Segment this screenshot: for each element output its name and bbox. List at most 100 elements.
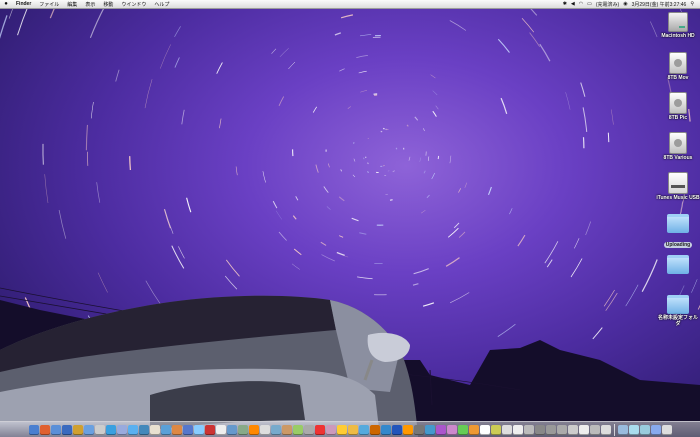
dock-app-icon[interactable] xyxy=(270,424,281,435)
dock-app-icon[interactable] xyxy=(215,424,226,435)
dock-app-icon[interactable] xyxy=(435,424,446,435)
dock-app-icon[interactable] xyxy=(424,424,435,435)
dock-app-icon[interactable] xyxy=(468,424,479,435)
dock-app-icon[interactable] xyxy=(160,424,171,435)
dock-app-icon[interactable] xyxy=(314,424,325,435)
desktop-icon-label: 8TB Various xyxy=(663,155,693,161)
dock-app-icon[interactable] xyxy=(650,424,661,435)
dock-separator xyxy=(613,423,615,436)
dock-app-icon[interactable] xyxy=(523,424,534,435)
dock-app-icon[interactable] xyxy=(72,424,83,435)
dock-app-icon[interactable] xyxy=(457,424,468,435)
dock-app-icon[interactable] xyxy=(105,424,116,435)
dock-app-icon[interactable] xyxy=(39,424,50,435)
dock-app-icon[interactable] xyxy=(369,424,380,435)
dock-app-icon[interactable] xyxy=(578,424,589,435)
desktop-icon-uploading[interactable]: Uploading xyxy=(656,214,700,251)
dock-app-icon[interactable] xyxy=(600,424,611,435)
dock-app-icon[interactable] xyxy=(28,424,39,435)
usb-drive-icon xyxy=(668,172,688,194)
external-drive-icon xyxy=(669,52,687,74)
dock-app-icon[interactable] xyxy=(204,424,215,435)
dock-app-icon[interactable] xyxy=(512,424,523,435)
desktop-icon-untitled-folder[interactable]: 名称未設定フォルダ xyxy=(656,295,700,327)
dock-app-icon[interactable] xyxy=(83,424,94,435)
bluetooth-icon[interactable]: ✱ xyxy=(563,0,567,8)
desktop-icon-8tb-various[interactable]: 8TB Various xyxy=(656,132,700,161)
desktop-icon-label: Macintosh HD xyxy=(661,33,695,39)
external-drive-icon xyxy=(669,132,687,154)
folder-icon xyxy=(667,255,689,274)
dock-app-icon[interactable] xyxy=(501,424,512,435)
dock-app-icon[interactable] xyxy=(193,424,204,435)
dock-app-icon[interactable] xyxy=(292,424,303,435)
dock-app-icon[interactable] xyxy=(127,424,138,435)
dock-app-icon[interactable] xyxy=(391,424,402,435)
dock-app-icon[interactable] xyxy=(358,424,369,435)
desktop-icon-label: 8TB Pic xyxy=(668,115,688,121)
dock-app-icon[interactable] xyxy=(61,424,72,435)
desktop-icon-itunes-music-usb[interactable]: iTunes Music USB xyxy=(656,172,700,201)
dock-app-icon[interactable] xyxy=(237,424,248,435)
spotlight-icon[interactable]: ⚲ xyxy=(690,0,694,8)
dock-app-icon[interactable] xyxy=(628,424,639,435)
dock-app-icon[interactable] xyxy=(545,424,556,435)
dock-app-icon[interactable] xyxy=(336,424,347,435)
dock-app-icon[interactable] xyxy=(325,424,336,435)
dock-app-icon[interactable] xyxy=(347,424,358,435)
desktop-icon-8tb-mov[interactable]: 8TB Mov xyxy=(656,52,700,81)
dock-app-icon[interactable] xyxy=(303,424,314,435)
user-icon[interactable]: ◉ xyxy=(623,0,627,8)
dock-app-icon[interactable] xyxy=(281,424,292,435)
dock-app-icon[interactable] xyxy=(380,424,391,435)
dock-app-icon[interactable] xyxy=(567,424,578,435)
desktop-icon-label: 8TB Mov xyxy=(667,75,689,81)
apple-icon[interactable]: ● xyxy=(0,1,12,7)
dock-app-icon[interactable] xyxy=(402,424,413,435)
dock-app-icon[interactable] xyxy=(116,424,127,435)
folder-icon xyxy=(667,214,689,233)
dock-app-icon[interactable] xyxy=(138,424,149,435)
menu-view[interactable]: 表示 xyxy=(81,1,99,8)
menu-window[interactable]: ウインドウ xyxy=(117,1,150,8)
volume-icon[interactable]: ◀ xyxy=(571,0,575,8)
wifi-icon[interactable]: ◠ xyxy=(579,0,583,8)
dock-app-icon[interactable] xyxy=(446,424,457,435)
desktop-icon-label: Uploading xyxy=(663,242,693,248)
desktop-icon-folder[interactable] xyxy=(656,255,700,275)
dock-app-icon[interactable] xyxy=(182,424,193,435)
dock-app-icon[interactable] xyxy=(556,424,567,435)
dock-app-icon[interactable] xyxy=(149,424,160,435)
menu-edit[interactable]: 編集 xyxy=(63,1,81,8)
hard-drive-icon xyxy=(668,12,688,32)
menu-finder[interactable]: Finder xyxy=(12,1,35,7)
dock-app-icon[interactable] xyxy=(259,424,270,435)
dock-app-icon[interactable] xyxy=(226,424,237,435)
desktop[interactable]: ● Finder ファイル 編集 表示 移動 ウインドウ ヘルプ ✱ ◀ ◠ ▭… xyxy=(0,0,700,437)
menu-extras: ✱ ◀ ◠ ▭ (充電済み) ◉ 3月29日(金) 午前3:27:46 ⚲ xyxy=(563,0,700,8)
desktop-icon-8tb-pic[interactable]: 8TB Pic xyxy=(656,92,700,121)
dock-app-icon[interactable] xyxy=(413,424,424,435)
dock-app-icon[interactable] xyxy=(639,424,650,435)
dock-app-icon[interactable] xyxy=(534,424,545,435)
dock-app-icon[interactable] xyxy=(617,424,628,435)
battery-status[interactable]: (充電済み) xyxy=(596,1,619,8)
dock-app-icon[interactable] xyxy=(94,424,105,435)
dock-app-icon[interactable] xyxy=(589,424,600,435)
dock-app-icon[interactable] xyxy=(490,424,501,435)
menu-bar: ● Finder ファイル 編集 表示 移動 ウインドウ ヘルプ ✱ ◀ ◠ ▭… xyxy=(0,0,700,9)
dock-app-icon[interactable] xyxy=(50,424,61,435)
folder-icon xyxy=(667,295,689,314)
menu-help[interactable]: ヘルプ xyxy=(150,1,173,8)
dock-app-icon[interactable] xyxy=(171,424,182,435)
menubar-clock[interactable]: 3月29日(金) 午前3:27:46 xyxy=(632,1,687,8)
dock-app-icon[interactable] xyxy=(661,424,672,435)
battery-icon[interactable]: ▭ xyxy=(587,0,592,8)
external-drive-icon xyxy=(669,92,687,114)
desktop-icon-label: iTunes Music USB xyxy=(656,195,700,201)
desktop-icon-macintosh-hd[interactable]: Macintosh HD xyxy=(656,12,700,39)
menu-file[interactable]: ファイル xyxy=(35,1,63,8)
menu-go[interactable]: 移動 xyxy=(99,1,117,8)
dock-app-icon[interactable] xyxy=(479,424,490,435)
dock-app-icon[interactable] xyxy=(248,424,259,435)
